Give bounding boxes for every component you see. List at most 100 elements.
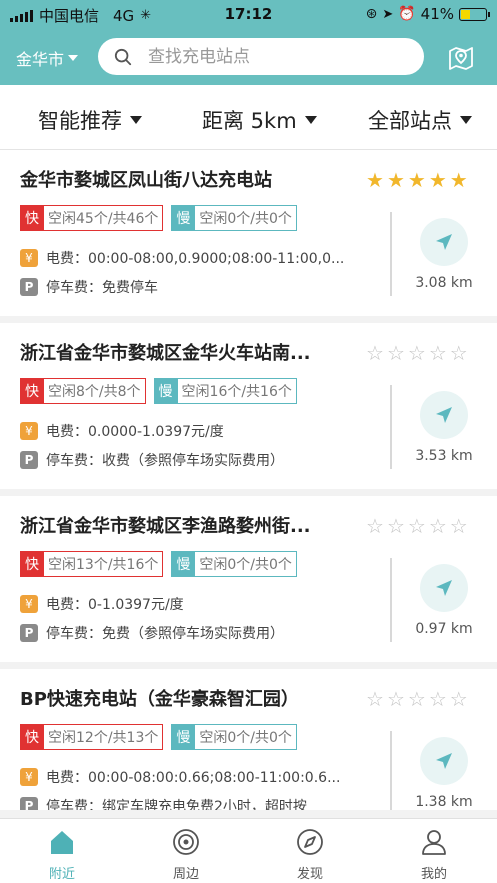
parking-fee-row: P 停车费：收费（参照停车场实际费用）: [20, 450, 380, 470]
tab-nearby[interactable]: 附近: [22, 827, 102, 882]
divider: [390, 558, 392, 642]
electric-fee-row: ¥ 电费：00:00-08:00,0.9000;08:00-11:00,0...: [20, 248, 380, 268]
fast-type-label: 快: [20, 378, 44, 404]
divider: [390, 212, 392, 296]
fast-charger-status: 快 空闲45个/共46个: [20, 205, 164, 231]
caret-down-icon: [130, 116, 142, 124]
tab-label: 周边: [172, 867, 199, 882]
station-name: BP快速充电站（金华豪森智汇园）: [20, 689, 299, 710]
parking-fee-row: P 停车费：免费（参照停车场实际费用）: [20, 623, 380, 643]
parking-fee-row: P 停车费：免费停车: [20, 277, 380, 297]
tab-surroundings[interactable]: 周边: [146, 827, 226, 882]
search-icon: [114, 48, 132, 65]
rating-stars: ☆ ☆ ☆ ☆ ☆: [366, 343, 468, 363]
header: 金华市: [0, 30, 497, 85]
chevron-down-icon: [68, 55, 79, 61]
target-icon: [173, 829, 199, 855]
station-name: 浙江省金华市婺城区金华火车站南...: [20, 343, 311, 364]
fast-type-label: 快: [20, 551, 44, 577]
slow-type-label: 慢: [171, 551, 196, 577]
city-selector[interactable]: 金华市: [16, 46, 79, 70]
slow-counts: 空闲16个/共16个: [177, 378, 297, 404]
location-arrow-icon: ➤: [382, 6, 394, 22]
star-empty-icon: ☆: [366, 514, 384, 538]
distance-label: 1.38 km: [415, 794, 473, 810]
slow-counts: 空闲0个/共0个: [195, 205, 297, 231]
filter-label: 距离 5km: [202, 109, 297, 133]
station-card[interactable]: BP快速充电站（金华豪森智汇园） ☆ ☆ ☆ ☆ ☆ 快 空闲12个/共13个 慢 空闲…: [0, 669, 497, 810]
tab-label: 发现: [296, 867, 323, 882]
parking-fee-row: P 停车费：绑定车牌充电免费2小时，超时按: [20, 796, 380, 810]
divider: [390, 731, 392, 810]
yen-icon: ¥: [20, 249, 38, 267]
star-empty-icon: ☆: [449, 514, 468, 538]
station-card[interactable]: 浙江省金华市婺城区金华火车站南... ☆ ☆ ☆ ☆ ☆ 快 空闲8个/共8个 慢 空闲…: [0, 323, 497, 489]
filter-distance[interactable]: 距离 5km: [202, 105, 317, 135]
electric-fee-row: ¥ 电费：0-1.0397元/度: [20, 594, 380, 614]
star-empty-icon: ☆: [366, 687, 384, 711]
electric-fee: 电费：00:00-08:00,0.9000;08:00-11:00,0...: [46, 251, 345, 267]
star-empty-icon: ☆: [407, 687, 426, 711]
battery-percent: 41%: [420, 5, 454, 23]
slow-charger-status: 慢 空闲0个/共0个: [171, 551, 297, 577]
fast-charger-status: 快 空闲13个/共16个: [20, 551, 164, 577]
map-location-icon[interactable]: [447, 43, 475, 71]
star-empty-icon: ☆: [428, 687, 447, 711]
star-filled-icon: ★: [386, 168, 405, 192]
star-filled-icon: ★: [428, 168, 447, 192]
parking-fee: 停车费：免费停车: [46, 280, 158, 296]
filter-station-type[interactable]: 全部站点: [368, 105, 472, 135]
station-card[interactable]: 金华市婺城区凤山街八达充电站 ★ ★ ★ ★ ★ 快 空闲45个/共46个 慢 空闲0个…: [0, 150, 497, 316]
tab-discover[interactable]: 发现: [270, 827, 350, 882]
divider: [390, 385, 392, 469]
yen-icon: ¥: [20, 422, 38, 440]
navigate-button[interactable]: [420, 391, 468, 439]
slow-charger-status: 慢 空闲0个/共0个: [171, 724, 297, 750]
star-filled-icon: ★: [407, 168, 426, 192]
fast-charger-status: 快 空闲8个/共8个: [20, 378, 146, 404]
fast-counts: 空闲12个/共13个: [44, 724, 164, 750]
user-icon: [422, 830, 446, 855]
parking-icon: P: [20, 624, 38, 642]
fast-counts: 空闲13个/共16个: [44, 551, 164, 577]
tab-label: 我的: [420, 867, 447, 882]
fast-counts: 空闲8个/共8个: [44, 378, 146, 404]
navigate-button[interactable]: [420, 737, 468, 785]
filter-sort[interactable]: 智能推荐: [38, 105, 142, 135]
filter-label: 智能推荐: [38, 109, 122, 133]
caret-down-icon: [304, 116, 317, 124]
star-empty-icon: ☆: [428, 341, 447, 365]
yen-icon: ¥: [20, 768, 38, 786]
station-list[interactable]: 金华市婺城区凤山街八达充电站 ★ ★ ★ ★ ★ 快 空闲45个/共46个 慢 空闲0个…: [0, 150, 497, 810]
caret-down-icon: [460, 116, 472, 124]
parking-icon: P: [20, 797, 38, 810]
rating-stars: ★ ★ ★ ★ ★: [366, 170, 468, 190]
slow-charger-status: 慢 空闲16个/共16个: [153, 378, 297, 404]
navigate-button[interactable]: [420, 218, 468, 266]
search-bar[interactable]: [98, 38, 424, 75]
search-input[interactable]: [148, 46, 388, 67]
rating-stars: ☆ ☆ ☆ ☆ ☆: [366, 516, 468, 536]
star-empty-icon: ☆: [366, 341, 384, 365]
navigate-button[interactable]: [420, 564, 468, 612]
star-empty-icon: ☆: [407, 514, 426, 538]
city-label: 金华市: [16, 50, 65, 69]
compass-icon: [297, 829, 323, 855]
fast-charger-status: 快 空闲12个/共13个: [20, 724, 164, 750]
filter-label: 全部站点: [368, 109, 452, 133]
fast-type-label: 快: [20, 724, 44, 750]
home-icon: [51, 831, 73, 854]
slow-type-label: 慢: [153, 378, 178, 404]
star-empty-icon: ☆: [449, 687, 468, 711]
distance-label: 3.53 km: [415, 448, 473, 464]
parking-icon: P: [20, 278, 38, 296]
station-card[interactable]: 浙江省金华市婺城区李渔路婺州街... ☆ ☆ ☆ ☆ ☆ 快 空闲13个/共16个 慢 …: [0, 496, 497, 662]
star-empty-icon: ☆: [428, 514, 447, 538]
star-empty-icon: ☆: [386, 341, 405, 365]
star-empty-icon: ☆: [407, 341, 426, 365]
electric-fee: 电费：00:00-08:00:0.66;08:00-11:00:0.6...: [46, 770, 341, 786]
fast-counts: 空闲45个/共46个: [44, 205, 164, 231]
tab-mine[interactable]: 我的: [394, 827, 474, 882]
star-filled-icon: ★: [366, 168, 384, 192]
navigation-arrow-icon: [436, 234, 452, 250]
